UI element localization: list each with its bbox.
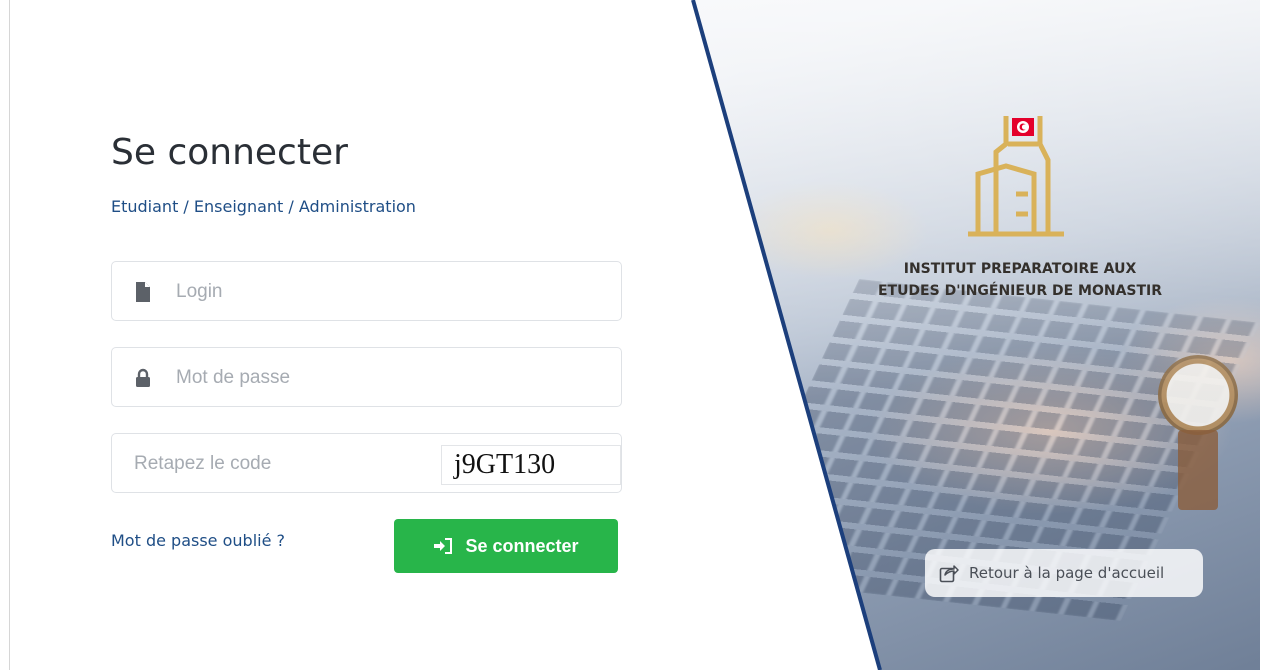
password-input[interactable] — [174, 348, 598, 408]
user-types-subtitle: Etudiant / Enseignant / Administration — [111, 197, 416, 216]
institution-name-line-2: ETUDES D'INGÉNIEUR DE MONASTIR — [877, 283, 1163, 299]
login-button-label: Se connecter — [465, 535, 579, 556]
institution-name-line-1: INSTITUT PREPARATOIRE AUX — [903, 261, 1137, 277]
institution-name: INSTITUT PREPARATOIRE AUX ETUDES D'INGÉN… — [855, 258, 1185, 302]
captcha-input[interactable] — [132, 434, 436, 494]
file-icon — [136, 282, 150, 302]
home-page-button[interactable]: Retour à la page d'accueil — [925, 549, 1203, 597]
sign-in-icon — [434, 538, 453, 554]
password-field — [111, 347, 622, 408]
login-input[interactable] — [174, 262, 598, 322]
lock-icon — [136, 368, 150, 387]
login-page: Se connecter Etudiant / Enseignant / Adm… — [0, 0, 1269, 670]
captcha-field: j9GT130 — [111, 433, 622, 494]
share-icon — [939, 565, 959, 583]
login-button[interactable]: Se connecter — [394, 519, 618, 573]
login-field — [111, 261, 622, 322]
home-page-button-label: Retour à la page d'accueil — [969, 564, 1165, 582]
institution-logo-icon — [968, 116, 1064, 237]
captcha-image: j9GT130 — [441, 445, 621, 485]
forgot-password-link[interactable]: Mot de passe oublié ? — [111, 531, 285, 550]
page-title: Se connecter — [111, 132, 348, 173]
